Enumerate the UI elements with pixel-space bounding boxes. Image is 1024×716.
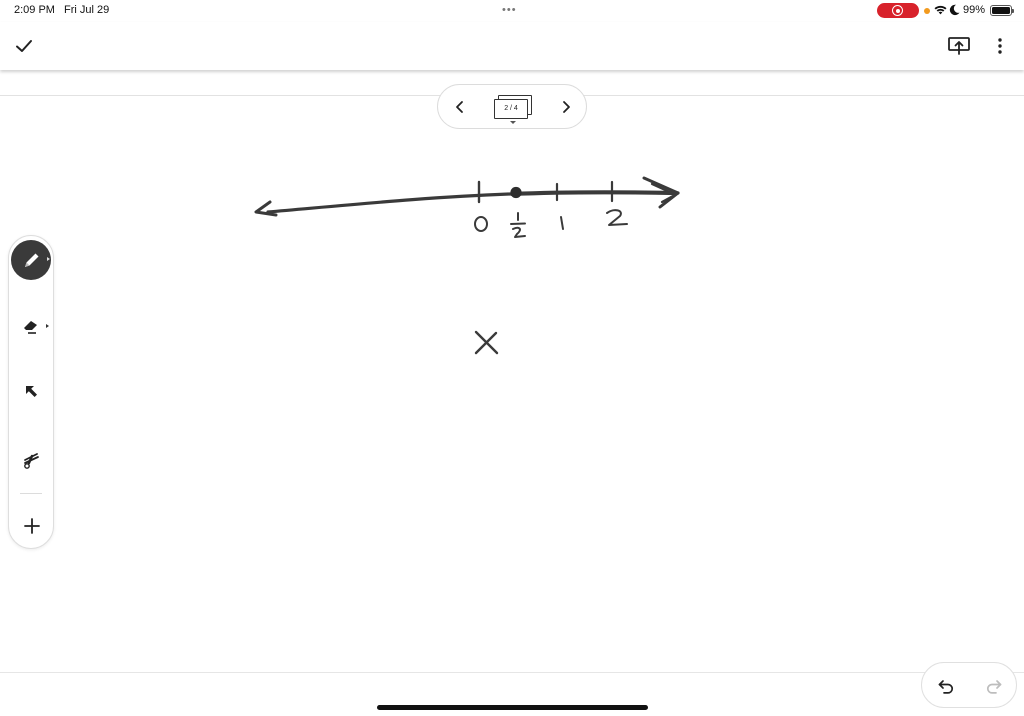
record-icon (892, 5, 903, 16)
undo-icon[interactable] (936, 676, 956, 696)
page-counter-button[interactable]: 2 / 4 (492, 93, 536, 124)
multitasking-dots-icon[interactable]: ••• (502, 4, 517, 16)
drawing-canvas[interactable] (0, 96, 1024, 672)
status-date: Fri Jul 29 (64, 4, 110, 16)
page-navigator: 2 / 4 (437, 84, 587, 129)
present-screen-icon[interactable] (946, 34, 972, 58)
eraser-icon (24, 321, 37, 334)
battery-icon (990, 5, 1014, 16)
tool-options-arrow-icon (47, 257, 50, 261)
checkmark-icon[interactable] (12, 34, 36, 58)
select-tool-button[interactable] (9, 370, 55, 414)
screen-recording-indicator[interactable] (877, 3, 919, 18)
tool-palette (8, 235, 54, 549)
plus-icon (24, 518, 40, 534)
eraser-tool-button[interactable] (9, 304, 55, 348)
undo-redo-group (921, 662, 1017, 708)
redo-icon[interactable] (984, 676, 1004, 696)
caret-down-icon (510, 121, 516, 124)
handwritten-labels (474, 209, 628, 238)
page-counter-label: 2 / 4 (494, 99, 528, 119)
laser-pointer-tool-button[interactable] (9, 438, 55, 482)
pen-tool-button[interactable] (9, 238, 55, 282)
microphone-indicator-dot (924, 8, 930, 14)
status-bar: 2:09 PM Fri Jul 29 ••• 99% (0, 0, 1024, 22)
wifi-icon (934, 5, 947, 15)
home-indicator[interactable] (377, 705, 648, 710)
battery-level-fill (992, 7, 1010, 14)
moon-icon (949, 4, 960, 16)
palette-divider (20, 493, 42, 494)
tool-options-arrow-icon (46, 324, 49, 328)
battery-percent: 99% (963, 4, 986, 16)
chevron-right-icon[interactable] (556, 96, 576, 118)
add-tool-button[interactable] (9, 504, 55, 548)
status-time: 2:09 PM (14, 4, 55, 16)
pen-icon (25, 253, 39, 267)
closed-point-marker (510, 186, 522, 199)
more-vertical-icon[interactable] (990, 34, 1010, 58)
laser-pointer-icon (24, 453, 39, 469)
page-bottom-divider (0, 672, 1024, 673)
top-toolbar (0, 22, 1024, 70)
select-arrow-icon (26, 386, 37, 397)
variable-x-ink (474, 330, 499, 355)
chevron-left-icon[interactable] (450, 96, 470, 118)
